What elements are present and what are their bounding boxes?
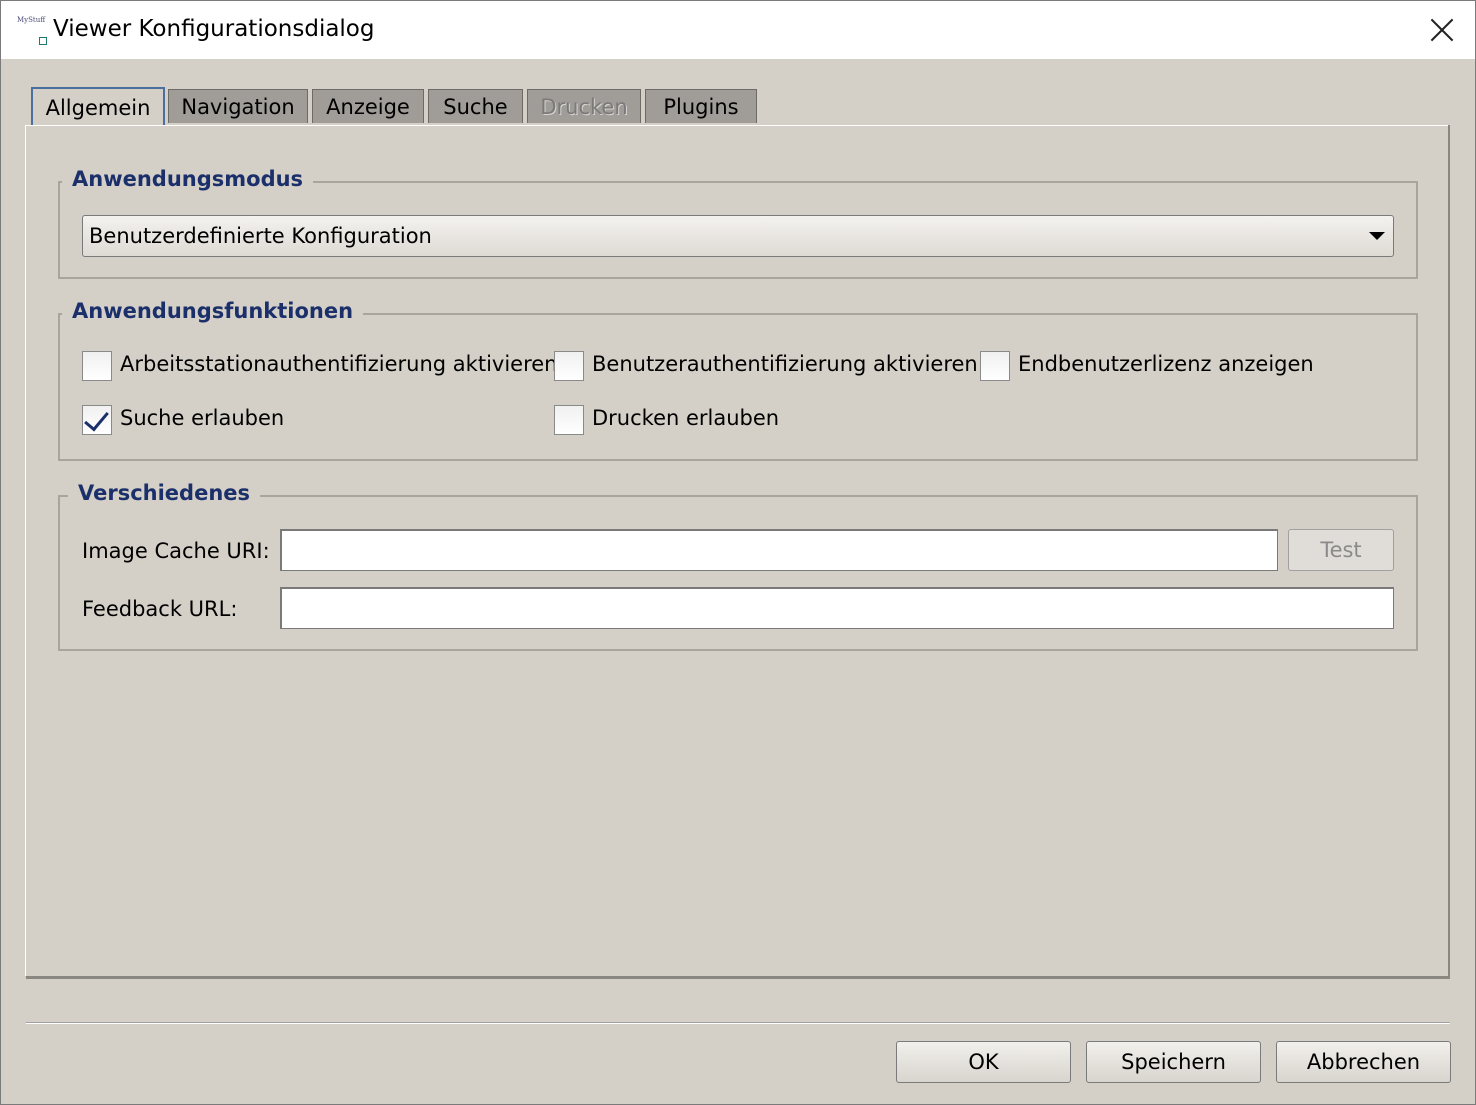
image-cache-input[interactable] <box>280 529 1278 571</box>
save-button[interactable]: Speichern <box>1086 1041 1261 1083</box>
tab-allgemein[interactable]: Allgemein <box>31 87 165 125</box>
checkmark-icon <box>84 405 109 432</box>
option-label: Endbenutzerlizenz anzeigen <box>1018 352 1314 376</box>
misc-group: Verschiedenes Image Cache URI: Test Feed… <box>58 481 1418 651</box>
image-cache-label: Image Cache URI: <box>82 539 270 563</box>
footer-separator <box>26 1022 1450 1024</box>
tab-drucken: Drucken <box>527 89 641 123</box>
cancel-button[interactable]: Abbrechen <box>1276 1041 1451 1083</box>
dropdown-arrow-icon <box>1369 232 1385 240</box>
tab-suche[interactable]: Suche <box>428 89 523 123</box>
checkbox-checked[interactable] <box>82 405 112 435</box>
option-label: Drucken erlauben <box>592 406 780 430</box>
misc-group-title: Verschiedenes <box>68 481 261 505</box>
option-label: Benutzerauthentifizierung aktivieren <box>592 352 978 376</box>
tab-navigation[interactable]: Navigation <box>168 89 308 123</box>
app-icon: MyStuff <box>17 16 47 46</box>
functions-group: Anwendungsfunktionen Arbeitsstationauthe… <box>58 299 1418 461</box>
feedback-url-label: Feedback URL: <box>82 597 238 621</box>
option-label: Arbeitsstationauthentifizierung aktivier… <box>120 352 558 376</box>
tab-anzeige[interactable]: Anzeige <box>312 89 424 123</box>
feedback-url-input[interactable] <box>280 587 1394 629</box>
checkbox[interactable] <box>554 351 584 381</box>
window-title: Viewer Konfigurationsdialog <box>53 16 375 42</box>
ok-button[interactable]: OK <box>896 1041 1071 1083</box>
functions-group-title: Anwendungsfunktionen <box>62 299 364 323</box>
tab-plugins[interactable]: Plugins <box>645 89 757 123</box>
title-bar: MyStuff Viewer Konfigurationsdialog <box>1 1 1475 59</box>
checkbox[interactable] <box>980 351 1010 381</box>
close-icon[interactable] <box>1422 11 1462 51</box>
mode-select-value: Benutzerdefinierte Konfiguration <box>89 224 432 248</box>
checkbox[interactable] <box>554 405 584 435</box>
dialog-window: MyStuff Viewer Konfigurationsdialog Allg… <box>0 0 1476 1105</box>
mode-group-title: Anwendungsmodus <box>62 167 314 191</box>
checkbox[interactable] <box>82 351 112 381</box>
test-button: Test <box>1288 529 1394 571</box>
option-label: Suche erlauben <box>120 406 285 430</box>
mode-select[interactable]: Benutzerdefinierte Konfiguration <box>82 215 1394 257</box>
mode-group: Anwendungsmodus Benutzerdefinierte Konfi… <box>58 167 1418 279</box>
